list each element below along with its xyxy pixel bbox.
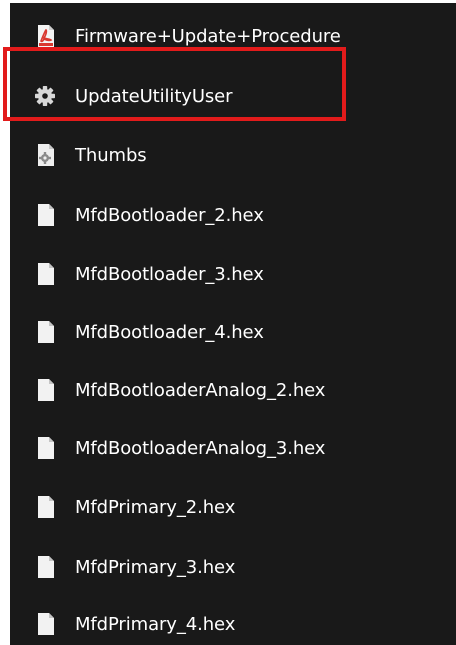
- document-icon: [37, 378, 55, 402]
- file-row-mfdprimary-3-hex[interactable]: MfdPrimary_3.hex: [10, 548, 456, 588]
- window-left-edge: [0, 0, 10, 645]
- file-name: MfdBootloaderAnalog_3.hex: [75, 438, 326, 459]
- document-icon: [37, 320, 55, 344]
- file-list: Firmware+Update+Procedure UpdateUtilityU…: [10, 3, 456, 645]
- file-name: Firmware+Update+Procedure: [75, 26, 341, 47]
- file-row-mfdbootloader-2-hex[interactable]: MfdBootloader_2.hex: [10, 196, 456, 236]
- document-icon: [37, 203, 55, 227]
- file-row-thumbs[interactable]: Thumbs: [10, 136, 456, 176]
- document-icon: [37, 495, 55, 519]
- file-row-mfdbootloaderanalog-2-hex[interactable]: MfdBootloaderAnalog_2.hex: [10, 371, 456, 411]
- file-name: MfdPrimary_3.hex: [75, 557, 236, 578]
- file-name: Thumbs: [75, 145, 147, 166]
- document-icon: [37, 262, 55, 286]
- file-row-mfdbootloader-3-hex[interactable]: MfdBootloader_3.hex: [10, 255, 456, 295]
- document-icon: [37, 612, 55, 636]
- file-name: UpdateUtilityUser: [75, 86, 233, 107]
- pdf-file-icon: [37, 24, 55, 48]
- file-row-update-utility-user[interactable]: UpdateUtilityUser: [10, 77, 456, 117]
- file-name: MfdBootloader_4.hex: [75, 322, 264, 343]
- file-name: MfdBootloader_2.hex: [75, 205, 264, 226]
- file-row-mfdprimary-4-hex[interactable]: MfdPrimary_4.hex: [10, 605, 456, 645]
- file-name: MfdPrimary_2.hex: [75, 497, 236, 518]
- file-row-mfdbootloaderanalog-3-hex[interactable]: MfdBootloaderAnalog_3.hex: [10, 429, 456, 469]
- system-file-icon: [37, 143, 55, 167]
- file-row-mfdprimary-2-hex[interactable]: MfdPrimary_2.hex: [10, 488, 456, 528]
- document-icon: [37, 555, 55, 579]
- document-icon: [37, 436, 55, 460]
- gear-icon: [34, 84, 56, 108]
- file-row-mfdbootloader-4-hex[interactable]: MfdBootloader_4.hex: [10, 313, 456, 353]
- file-row-firmware-update-procedure[interactable]: Firmware+Update+Procedure: [10, 17, 456, 57]
- file-name: MfdPrimary_4.hex: [75, 614, 236, 635]
- file-name: MfdBootloader_3.hex: [75, 264, 264, 285]
- file-name: MfdBootloaderAnalog_2.hex: [75, 380, 326, 401]
